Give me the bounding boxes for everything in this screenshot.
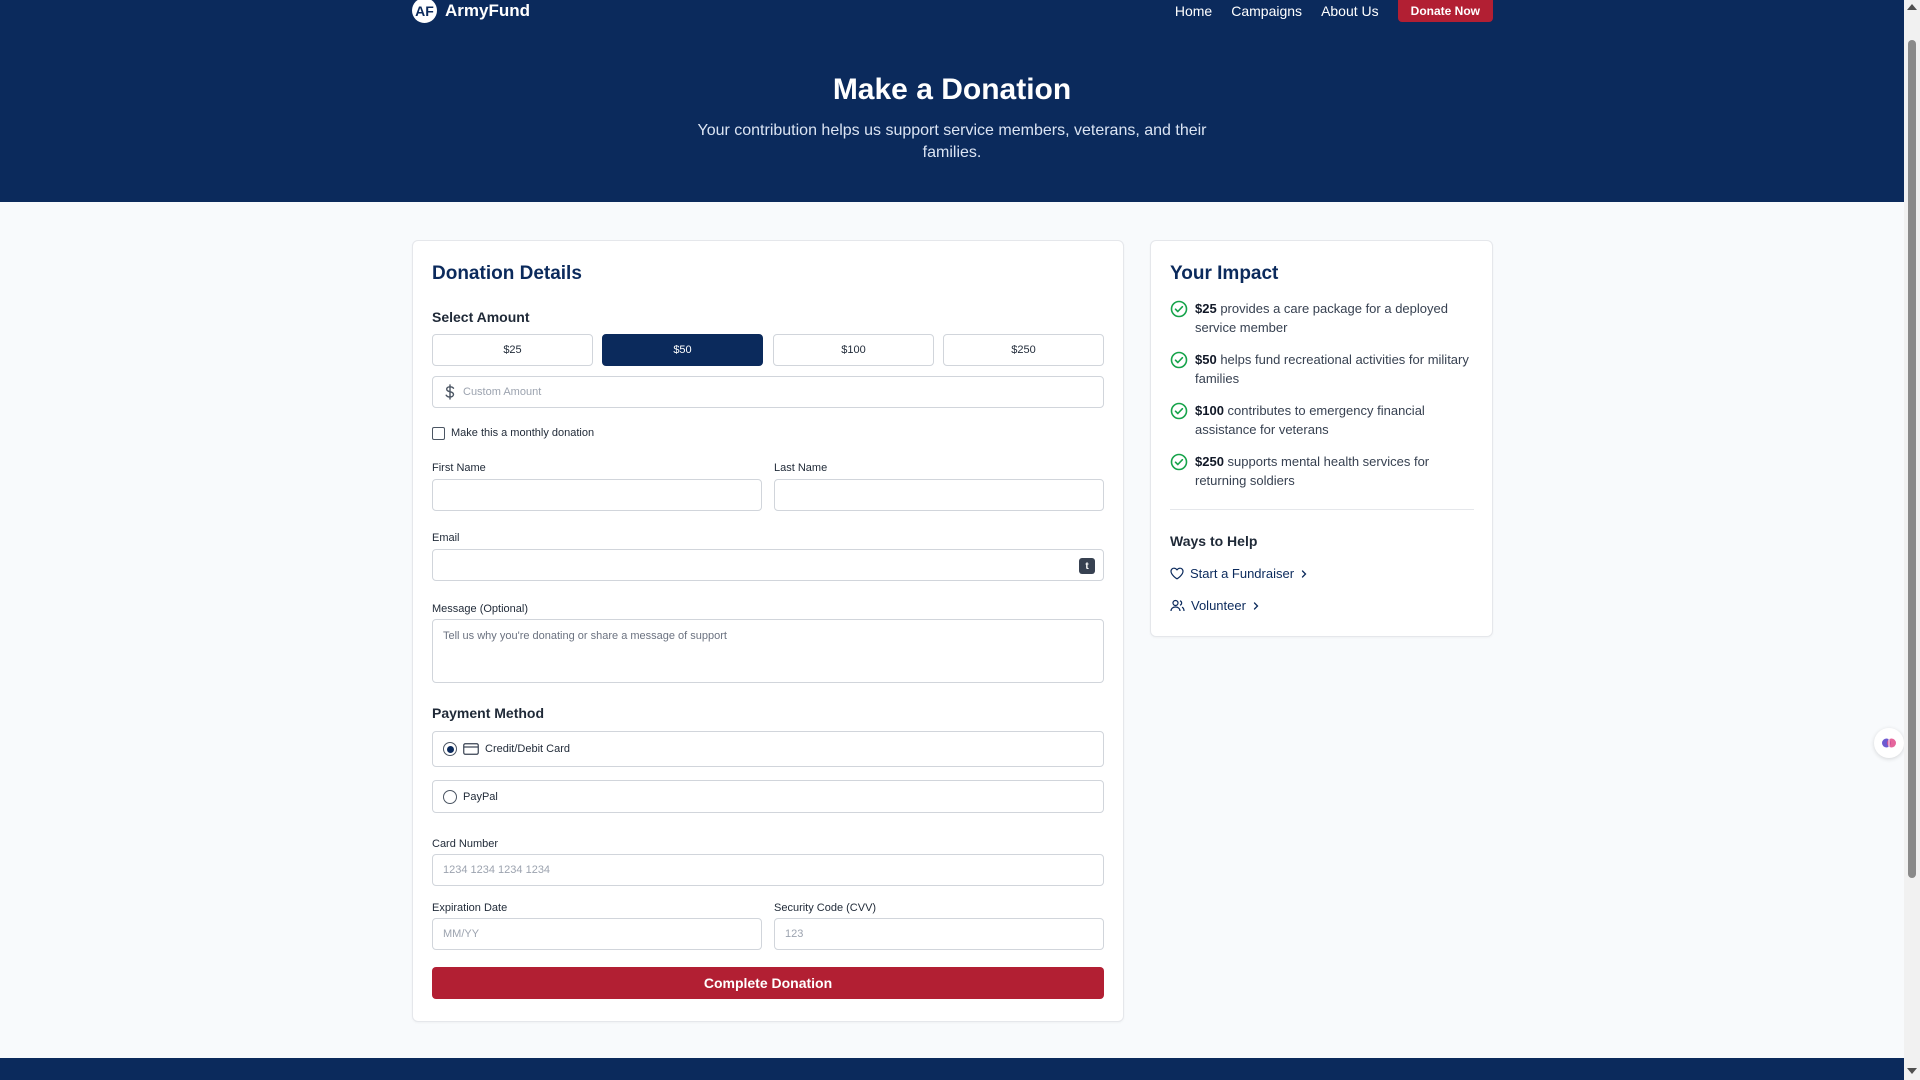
card-radio[interactable] bbox=[443, 742, 457, 756]
impact-amount: $100 bbox=[1195, 403, 1224, 418]
paypal-radio[interactable] bbox=[443, 789, 457, 804]
start-fundraiser-link[interactable]: Start a Fundraiser bbox=[1170, 566, 1308, 581]
hero-header: AF ArmyFund Home Campaigns About Us Dona… bbox=[0, 0, 1904, 202]
cvv-placeholder: 123 bbox=[785, 928, 804, 940]
page-subtitle: Your contribution helps us support servi… bbox=[697, 122, 1207, 161]
monthly-donation-label: Make this a monthly donation bbox=[451, 427, 595, 439]
expiration-input[interactable]: MM/YY bbox=[432, 918, 762, 950]
top-nav: AF ArmyFund Home Campaigns About Us Dona… bbox=[412, 0, 1493, 24]
select-amount-label: Select Amount bbox=[432, 309, 530, 325]
impact-description: supports mental health services for retu… bbox=[1195, 454, 1430, 488]
monthly-donation-checkbox[interactable] bbox=[432, 427, 445, 440]
impact-text: $250 supports mental health services for… bbox=[1195, 452, 1480, 490]
autofill-icon[interactable]: t bbox=[1079, 558, 1095, 574]
logo-badge: AF bbox=[412, 0, 437, 23]
scroll-up-arrow[interactable] bbox=[1907, 4, 1917, 10]
impact-item: $250 supports mental health services for… bbox=[1170, 452, 1480, 490]
footer bbox=[0, 1058, 1904, 1080]
impact-description: contributes to emergency financial assis… bbox=[1195, 403, 1425, 437]
nav-link-home[interactable]: Home bbox=[1175, 3, 1212, 19]
heart-icon bbox=[1170, 567, 1184, 580]
card-number-input[interactable]: 1234 1234 1234 1234 bbox=[432, 854, 1104, 886]
cvv-label: Security Code (CVV) bbox=[774, 902, 877, 914]
check-circle-icon bbox=[1170, 453, 1188, 471]
card-number-placeholder: 1234 1234 1234 1234 bbox=[443, 864, 551, 876]
your-impact-card: Your Impact $25 provides a care package … bbox=[1150, 240, 1493, 637]
credit-card-icon bbox=[463, 743, 479, 755]
last-name-input[interactable] bbox=[774, 479, 1104, 511]
divider bbox=[1170, 509, 1474, 510]
first-name-input[interactable] bbox=[432, 479, 762, 511]
impact-amount: $50 bbox=[1195, 352, 1217, 367]
complete-donation-button[interactable]: Complete Donation bbox=[432, 967, 1104, 999]
amount-button-100[interactable]: $100 bbox=[773, 334, 934, 366]
last-name-label: Last Name bbox=[774, 462, 828, 474]
page-title: Make a Donation bbox=[832, 73, 1072, 106]
page-scrollbar[interactable] bbox=[1904, 0, 1920, 1080]
amount-button-25[interactable]: $25 bbox=[432, 334, 593, 366]
nav-link-campaigns[interactable]: Campaigns bbox=[1231, 3, 1302, 19]
payment-option-card[interactable]: Credit/Debit Card bbox=[432, 731, 1104, 767]
scroll-down-arrow[interactable] bbox=[1907, 1068, 1917, 1074]
impact-item: $50 helps fund recreational activities f… bbox=[1170, 350, 1480, 388]
payment-option-paypal[interactable]: PayPal bbox=[432, 780, 1104, 813]
custom-amount-placeholder: Custom Amount bbox=[463, 386, 542, 398]
chevron-right-icon bbox=[1253, 601, 1259, 610]
donate-now-button[interactable]: Donate Now bbox=[1397, 0, 1493, 22]
nav-links: Home Campaigns About Us Donate Now bbox=[1175, 0, 1493, 22]
logo-text: ArmyFund bbox=[445, 0, 530, 20]
donation-details-title: Donation Details bbox=[432, 263, 582, 284]
logo[interactable]: AF ArmyFund bbox=[412, 0, 530, 23]
impact-amount: $25 bbox=[1195, 301, 1217, 316]
impact-item: $100 contributes to emergency financial … bbox=[1170, 401, 1480, 439]
paypal-option-label: PayPal bbox=[463, 790, 498, 803]
impact-amount: $250 bbox=[1195, 454, 1224, 469]
cvv-input[interactable]: 123 bbox=[774, 918, 1104, 950]
check-circle-icon bbox=[1170, 402, 1188, 420]
nav-link-about-us[interactable]: About Us bbox=[1321, 3, 1379, 19]
expiration-label: Expiration Date bbox=[432, 902, 508, 914]
card-number-label: Card Number bbox=[432, 838, 499, 850]
assistant-icon bbox=[1882, 738, 1896, 748]
payment-method-label: Payment Method bbox=[432, 705, 545, 721]
impact-text: $100 contributes to emergency financial … bbox=[1195, 401, 1480, 439]
your-impact-title: Your Impact bbox=[1170, 263, 1279, 284]
chevron-right-icon bbox=[1301, 569, 1307, 578]
impact-item: $25 provides a care package for a deploy… bbox=[1170, 299, 1480, 337]
volunteer-link[interactable]: Volunteer bbox=[1170, 598, 1260, 613]
impact-description: provides a care package for a deployed s… bbox=[1195, 301, 1448, 335]
impact-description: helps fund recreational activities for m… bbox=[1195, 352, 1469, 386]
card-option-label: Credit/Debit Card bbox=[485, 743, 570, 755]
email-label: Email bbox=[432, 532, 460, 544]
ways-to-help-title: Ways to Help bbox=[1170, 533, 1258, 549]
start-fundraiser-label: Start a Fundraiser bbox=[1190, 566, 1295, 581]
donation-details-card: Donation Details Select Amount $25 $50 $… bbox=[412, 240, 1124, 1022]
volunteer-label: Volunteer bbox=[1191, 598, 1246, 613]
check-circle-icon bbox=[1170, 300, 1188, 318]
amount-button-50[interactable]: $50 bbox=[602, 334, 763, 366]
message-label: Message (Optional) bbox=[432, 603, 528, 615]
impact-text: $50 helps fund recreational activities f… bbox=[1195, 350, 1480, 388]
expiration-placeholder: MM/YY bbox=[443, 928, 480, 940]
message-placeholder: Tell us why you're donating or share a m… bbox=[443, 630, 727, 642]
scroll-thumb[interactable] bbox=[1908, 40, 1916, 878]
check-circle-icon bbox=[1170, 351, 1188, 369]
amount-button-250[interactable]: $250 bbox=[943, 334, 1104, 366]
first-name-label: First Name bbox=[432, 462, 486, 474]
users-icon bbox=[1170, 599, 1185, 612]
message-textarea[interactable]: Tell us why you're donating or share a m… bbox=[432, 619, 1104, 683]
dollar-icon bbox=[443, 384, 457, 400]
email-input[interactable]: t bbox=[432, 549, 1104, 581]
custom-amount-input[interactable]: Custom Amount bbox=[432, 376, 1104, 408]
assistant-button[interactable] bbox=[1874, 728, 1904, 758]
impact-text: $25 provides a care package for a deploy… bbox=[1195, 299, 1480, 337]
